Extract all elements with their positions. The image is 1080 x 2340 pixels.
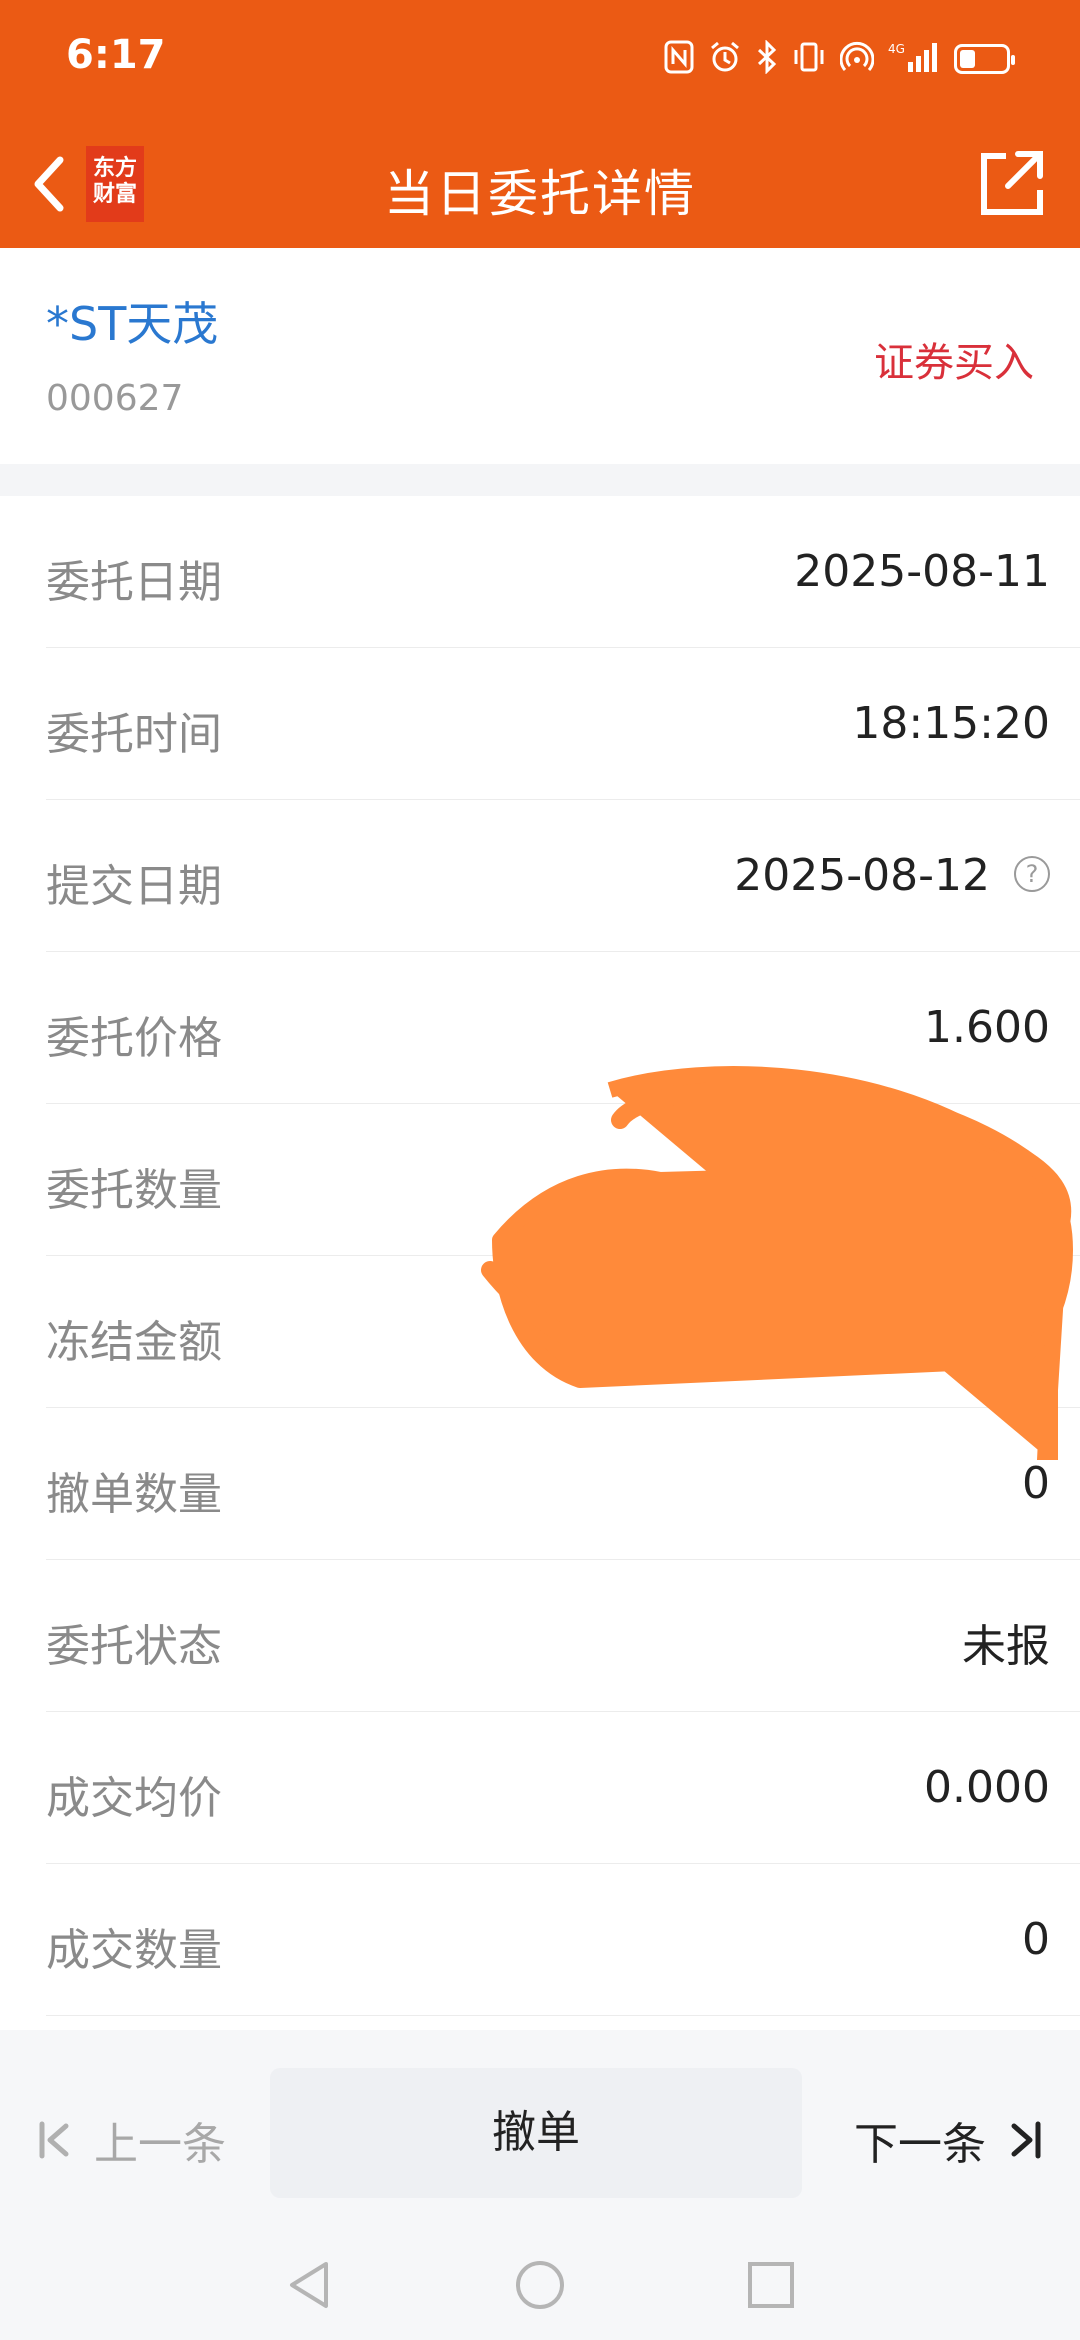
- detail-label: 委托状态: [46, 1621, 222, 1672]
- next-button[interactable]: 下一条: [854, 2110, 1044, 2170]
- detail-label: 撤单数量: [46, 1469, 222, 1520]
- vibrate-icon: [792, 40, 826, 79]
- skip-first-icon: [39, 2121, 69, 2159]
- detail-row-order-date: 委托日期 2025-08-11: [46, 496, 1080, 648]
- detail-label: 委托日期: [46, 557, 222, 608]
- status-time: 6:17: [66, 32, 166, 78]
- detail-row-order-quantity: 委托数量: [46, 1104, 1080, 1256]
- share-icon: [981, 151, 1043, 215]
- stock-name[interactable]: *ST天茂: [46, 288, 218, 354]
- detail-list: 委托日期 2025-08-11 委托时间 18:15:20 提交日期 2025-…: [0, 496, 1080, 2016]
- battery-level: [960, 50, 975, 68]
- detail-label: 委托时间: [46, 709, 222, 760]
- detail-value: 0: [1022, 1914, 1050, 1965]
- detail-value: 0.000: [924, 1762, 1050, 1813]
- bluetooth-icon: [756, 38, 778, 79]
- hotspot-icon: [839, 40, 875, 79]
- stock-code: 000627: [46, 378, 184, 419]
- detail-value: 2025-08-12: [734, 850, 990, 901]
- system-back-icon[interactable]: [282, 2258, 336, 2312]
- alarm-icon: [708, 40, 742, 79]
- detail-row-order-status: 委托状态 未报: [46, 1560, 1080, 1712]
- nav-bar: 东方 财富 当日委托详情: [0, 120, 1080, 248]
- stock-header: *ST天茂 000627 证券买入: [0, 248, 1080, 464]
- detail-row-order-price: 委托价格 1.600: [46, 952, 1080, 1104]
- cancel-order-button[interactable]: 撤单: [270, 2068, 802, 2198]
- detail-row-cancel-quantity: 撤单数量 0: [46, 1408, 1080, 1560]
- detail-label: 委托数量: [46, 1165, 222, 1216]
- signal-4g-icon: 4G: [888, 40, 940, 79]
- prev-button[interactable]: 上一条: [36, 2110, 226, 2170]
- detail-row-order-time: 委托时间 18:15:20: [46, 648, 1080, 800]
- system-home-icon[interactable]: [513, 2258, 567, 2312]
- detail-row-avg-price: 成交均价 0.000: [46, 1712, 1080, 1864]
- help-icon[interactable]: ?: [1014, 856, 1050, 892]
- skip-last-icon: [1011, 2121, 1041, 2159]
- detail-value: 未报: [962, 1621, 1050, 1672]
- detail-row-submit-date: 提交日期 2025-08-12 ?: [46, 800, 1080, 952]
- next-label: 下一条: [854, 2119, 986, 2170]
- status-icons: 4G: [664, 34, 1015, 84]
- detail-label: 成交均价: [46, 1773, 222, 1824]
- svg-text:4G: 4G: [888, 42, 905, 56]
- detail-value: 18:15:20: [852, 698, 1050, 749]
- detail-value: 0: [1022, 1458, 1050, 1509]
- system-nav-bar: [0, 2230, 1080, 2340]
- page-title: 当日委托详情: [384, 165, 696, 223]
- detail-row-frozen-amount: 冻结金额: [46, 1256, 1080, 1408]
- battery-icon: [954, 44, 1015, 74]
- detail-value: 1.600: [924, 1002, 1050, 1053]
- status-bar: 6:17 4G: [0, 0, 1080, 120]
- detail-row-filled-quantity: 成交数量 0: [46, 1864, 1080, 2016]
- detail-label: 提交日期: [46, 861, 222, 912]
- detail-label: 委托价格: [46, 1013, 222, 1064]
- prev-label: 上一条: [94, 2119, 226, 2170]
- detail-value: 2025-08-11: [794, 546, 1050, 597]
- bottom-action-bar: 上一条 撤单 下一条: [0, 2030, 1080, 2230]
- system-recents-icon[interactable]: [744, 2258, 798, 2312]
- section-divider: [0, 464, 1080, 496]
- detail-label: 冻结金额: [46, 1317, 222, 1368]
- nfc-icon: [664, 40, 694, 79]
- detail-label: 成交数量: [46, 1925, 222, 1976]
- share-button[interactable]: [970, 144, 1050, 224]
- trade-type: 证券买入: [874, 340, 1034, 386]
